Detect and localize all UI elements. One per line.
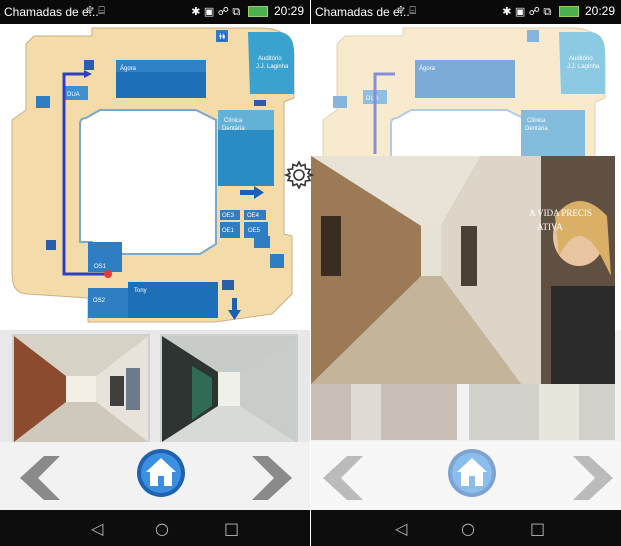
room-oe3-label: OE3: [222, 213, 235, 219]
status-time: 20:29: [584, 4, 615, 18]
wc-icon: [254, 236, 270, 248]
room-clinica-label2: Dentária: [222, 126, 245, 132]
recents-button[interactable]: □: [530, 519, 545, 538]
phone-screen-left: Chamadas de e... ♆ ⌸ ✱ ▣ ☍ ⧉ 20:29 Ágora…: [0, 0, 310, 546]
stairs-icon: [222, 280, 234, 290]
expanded-photo[interactable]: A VIDA PRECIS ATIVA: [311, 156, 615, 384]
current-location-marker: [104, 270, 112, 278]
stairs-icon: [84, 60, 94, 70]
room-oe5-label: OE5: [248, 228, 261, 234]
system-status-icons: ✱ ▣ ☍ ⧉: [191, 5, 241, 18]
home-button[interactable]: ○: [155, 519, 169, 538]
corridor-photo[interactable]: [12, 334, 150, 444]
battery-icon: [558, 6, 579, 18]
notification-icons: ♆ ⌸: [396, 4, 416, 17]
system-navigation-bar: ◁ ○ □: [0, 510, 310, 546]
status-right: ✱ ▣ ☍ ⧉ 20:29: [191, 4, 304, 19]
room-os2-label: OS2: [93, 298, 106, 304]
svg-text:🚻: 🚻: [218, 32, 227, 41]
room-clinica-label1: Clínica: [224, 118, 243, 124]
room-agora-label: Ágora: [120, 65, 137, 72]
room-oe4-label: OE4: [247, 213, 260, 219]
stairs-icon: [254, 100, 266, 106]
room-auditorio-label1: Auditório: [258, 56, 282, 62]
photo-strip[interactable]: [0, 330, 310, 444]
room-auditorio: [248, 32, 294, 94]
wc-icon: [36, 96, 50, 108]
stairs-icon: [46, 240, 56, 250]
chevron-right-icon[interactable]: [246, 456, 296, 500]
recents-button[interactable]: □: [224, 519, 239, 538]
battery-icon: [247, 6, 268, 18]
map-courtyard: [79, 109, 217, 255]
system-navigation-bar: ◁ ○ □: [311, 510, 621, 546]
room-os1-label: OS1: [94, 264, 107, 270]
status-right: ✱ ▣ ☍ ⧉ 20:29: [502, 4, 615, 19]
chevron-left-icon[interactable]: [16, 456, 66, 500]
lockers-corridor-photo[interactable]: [160, 334, 298, 444]
room-oe1-label: OE1: [222, 228, 235, 234]
status-bar: Chamadas de e... ♆ ⌸ ✱ ▣ ☍ ⧉ 20:29: [311, 0, 621, 24]
status-time: 20:29: [273, 4, 304, 18]
notification-icons: ♆ ⌸: [85, 4, 105, 17]
home-button[interactable]: ○: [461, 519, 475, 538]
phone-screen-right: Chamadas de e... ♆ ⌸ ✱ ▣ ☍ ⧉ 20:29 Ágora…: [311, 0, 621, 546]
back-button[interactable]: ◁: [91, 519, 103, 538]
status-bar: Chamadas de e... ♆ ⌸ ✱ ▣ ☍ ⧉ 20:29: [0, 0, 310, 24]
room-dua-label: DUA: [67, 92, 80, 98]
navigation-bar: [0, 442, 310, 510]
room-auditorio-label2: J.J. Laginha: [256, 64, 289, 70]
poster-text-line2: ATIVA: [537, 222, 563, 232]
back-button[interactable]: ◁: [395, 519, 407, 538]
elevator-icon: [270, 254, 284, 268]
gear-icon[interactable]: [283, 159, 315, 191]
room-tony-label: Tony: [134, 288, 147, 294]
floor-map[interactable]: Ágora Auditório J.J. Laginha Clínica Den…: [0, 24, 310, 330]
poster-text-line1: A VIDA PRECIS: [529, 208, 592, 218]
system-status-icons: ✱ ▣ ☍ ⧉: [502, 5, 552, 18]
home-icon[interactable]: [136, 448, 186, 498]
